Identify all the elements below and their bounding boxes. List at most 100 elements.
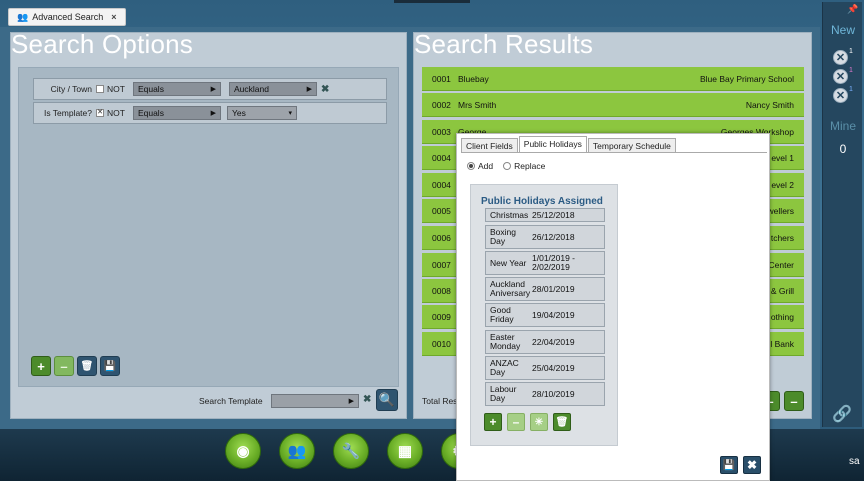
user-label: sa (849, 456, 860, 467)
holiday-name: ANZAC Day (490, 358, 519, 377)
result-extra: wellers (767, 205, 794, 216)
remove-criteria-button[interactable]: – (54, 356, 74, 376)
list-item[interactable]: Good Friday 19/04/2019 (485, 303, 605, 327)
result-id: 0008 (432, 285, 451, 296)
delete-holidays-button[interactable]: 🗑 (553, 413, 571, 431)
search-button[interactable]: 🔍 (376, 389, 398, 411)
list-item[interactable]: Auckland Aniversary 28/01/2019 (485, 277, 605, 301)
list-item[interactable]: Easter Monday 22/04/2019 (485, 330, 605, 354)
result-name: Bluebay (458, 73, 489, 84)
holiday-date: 22/04/2019 (532, 336, 575, 347)
operator-value: Equals (137, 84, 164, 94)
cancel-button[interactable]: ✖ (743, 456, 761, 474)
dropdown-arrow-icon: ▶ (210, 86, 216, 93)
list-item[interactable]: Christmas 25/12/2018 (485, 208, 605, 222)
save-button[interactable]: 💾 (720, 456, 738, 474)
top-notch (394, 0, 470, 3)
search-template-label: Search Template (199, 396, 263, 406)
dropdown-arrow-icon: ▾ (288, 110, 292, 117)
wrench-icon[interactable]: 🔧 (333, 433, 369, 469)
notification-icon[interactable]: ✕ (833, 69, 848, 84)
holiday-date: 28/01/2019 (532, 283, 575, 294)
replace-radio[interactable] (503, 162, 512, 170)
connection-icon[interactable]: 🔗 (832, 404, 852, 424)
calculator-icon[interactable]: ▦ (387, 433, 423, 469)
holiday-name: Boxing Day (490, 227, 516, 246)
not-checkbox[interactable]: ✕ (96, 109, 104, 117)
search-results-title: Search Results (414, 29, 594, 59)
holiday-name: Christmas (490, 209, 529, 220)
table-row[interactable]: 0001 Bluebay Blue Bay Primary School (422, 67, 804, 91)
dialog-tabs: Client Fields Public Holidays Temporary … (461, 136, 677, 152)
tab-client-fields[interactable]: Client Fields (461, 138, 518, 152)
result-id: 0001 (432, 73, 451, 84)
notification-badge: 1 (849, 48, 853, 55)
result-extra: evel 2 (771, 179, 794, 190)
tab-temporary-schedule[interactable]: Temporary Schedule (587, 138, 676, 152)
criteria-row-city: City / Town NOT Equals ▶ Auckland ▶ ✖ (33, 78, 387, 100)
list-item[interactable]: Labour Day 28/10/2019 (485, 382, 605, 406)
close-icon[interactable]: × (111, 12, 116, 22)
holiday-date: 26/12/2018 (532, 231, 575, 242)
total-results-label: Total Res (422, 396, 458, 406)
operator-select[interactable]: Equals ▶ (132, 82, 221, 96)
result-id: 0003 (432, 126, 451, 137)
search-options-title: Search Options (11, 29, 194, 59)
value-text: Auckland (233, 84, 269, 94)
result-extra: Nancy Smith (745, 99, 794, 110)
criteria-field-label: City / Town (50, 84, 92, 94)
remove-holiday-button[interactable]: – (507, 413, 525, 431)
save-criteria-button[interactable]: 💾 (100, 356, 120, 376)
list-item[interactable]: New Year 1/01/2019 - 2/02/2019 (485, 251, 605, 275)
broadcast-icon[interactable]: ◉ (225, 433, 261, 469)
result-id: 0004 (432, 179, 451, 190)
tab-public-holidays[interactable]: Public Holidays (518, 136, 587, 152)
result-id: 0002 (432, 99, 451, 110)
clear-template-icon[interactable]: ✖ (363, 394, 371, 405)
value-text: Yes (231, 108, 246, 118)
add-criteria-button[interactable]: + (31, 356, 51, 376)
not-checkbox[interactable] (96, 85, 104, 93)
holiday-name: Easter Monday (490, 332, 521, 351)
remove-result-button[interactable]: – (784, 391, 804, 411)
mode-options: Add Replace (467, 161, 545, 171)
search-template-select[interactable]: ▶ (271, 394, 359, 408)
result-id: 0006 (432, 232, 451, 243)
dropdown-arrow-icon: ▶ (348, 398, 354, 405)
public-holidays-title: Public Holidays Assigned (481, 196, 603, 207)
value-select[interactable]: Yes ▾ (226, 106, 297, 120)
new-label: New (830, 23, 855, 37)
holiday-name: New Year (490, 257, 527, 268)
list-item[interactable]: Boxing Day 26/12/2018 (485, 225, 605, 249)
value-select[interactable]: Auckland ▶ (228, 82, 317, 96)
criteria-row-template: Is Template? ✕ NOT Equals ▶ Yes ▾ (33, 102, 387, 124)
result-id: 0010 (432, 338, 451, 349)
result-extra: & Grill (770, 285, 794, 296)
notification-icon[interactable]: ✕ (833, 50, 848, 65)
delete-criteria-button[interactable]: 🗑 (77, 356, 97, 376)
operator-value: Equals (137, 108, 164, 118)
holiday-date: 28/10/2019 (532, 388, 575, 399)
dropdown-arrow-icon: ▶ (306, 86, 312, 93)
not-label: NOT (107, 108, 125, 118)
result-extra: evel 1 (771, 152, 794, 163)
tab-advanced-search[interactable]: 👥 Advanced Search × (8, 8, 126, 26)
list-item[interactable]: ANZAC Day 25/04/2019 (485, 356, 605, 380)
add-radio[interactable] (467, 162, 475, 170)
add-radio-label: Add (478, 161, 494, 171)
operator-select[interactable]: Equals ▶ (132, 106, 221, 120)
remove-criteria-icon[interactable]: ✖ (321, 84, 329, 95)
right-rail: 📌 New ✕ 1 ✕ 1 ✕ 1 Mine 0 (822, 2, 862, 427)
search-options-panel: Search Options City / Town NOT Equals ▶ … (10, 29, 407, 419)
tab-divider (461, 152, 767, 153)
result-extra: othing (770, 311, 794, 322)
add-holiday-button[interactable]: + (484, 413, 502, 431)
clear-holidays-button[interactable]: ✳ (530, 413, 548, 431)
notification-icon[interactable]: ✕ (833, 88, 848, 103)
criteria-box: City / Town NOT Equals ▶ Auckland ▶ ✖ Is… (18, 67, 399, 387)
table-row[interactable]: 0002 Mrs Smith Nancy Smith (422, 93, 804, 117)
pin-icon[interactable]: 📌 (847, 4, 858, 15)
users-dock-icon[interactable]: 👥 (279, 433, 315, 469)
holiday-name: Labour Day (490, 384, 517, 403)
result-id: 0004 (432, 152, 451, 163)
